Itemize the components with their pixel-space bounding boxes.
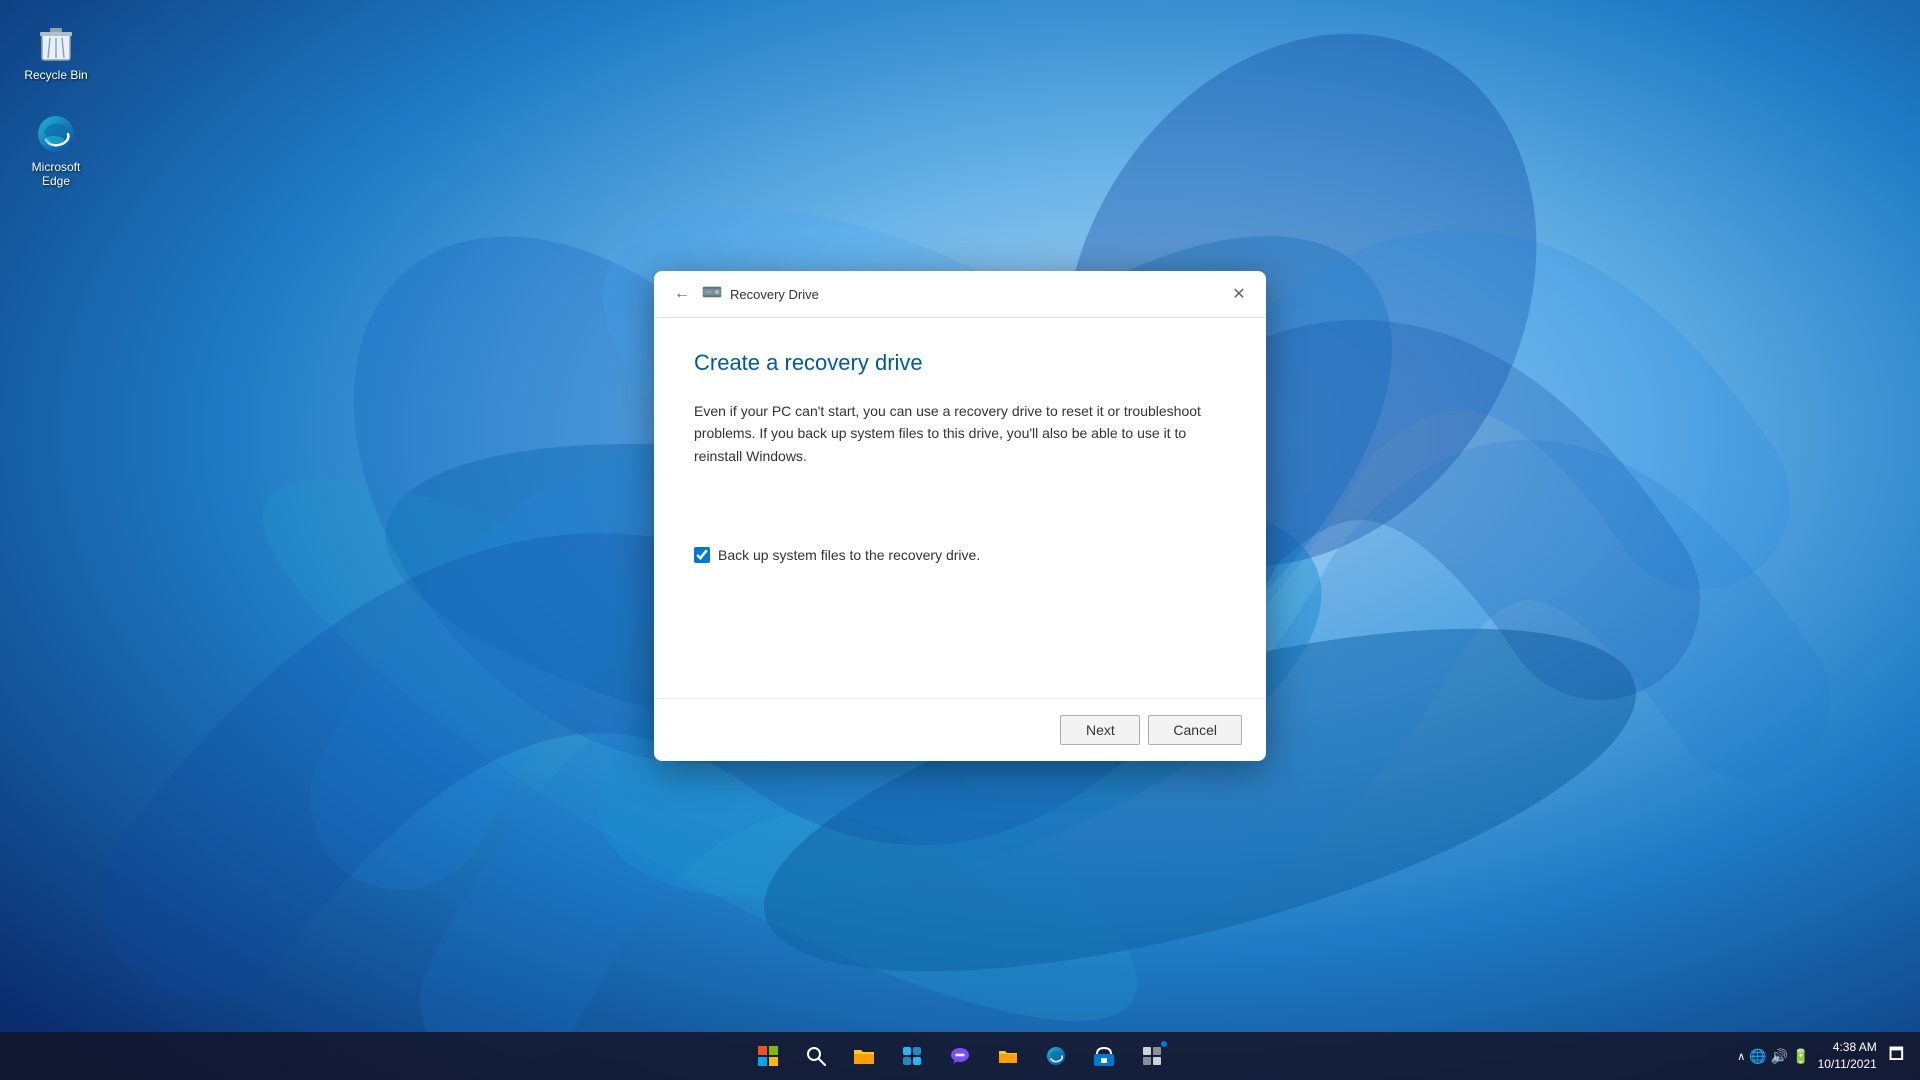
file-explorer-button[interactable] (844, 1036, 884, 1076)
tray-chevron[interactable]: ∧ (1737, 1050, 1745, 1063)
drive-icon (702, 284, 722, 305)
clock-time: 4:38 AM (1818, 1039, 1877, 1056)
next-button[interactable]: Next (1060, 715, 1140, 745)
taskbar-right: ∧ 🌐 🔊 🔋 4:38 AM 10/11/2021 🗖 (1737, 1039, 1904, 1073)
close-button[interactable]: ✕ (1224, 279, 1254, 309)
clock-date: 10/11/2021 (1818, 1056, 1877, 1073)
chat-button[interactable] (940, 1036, 980, 1076)
dialog-heading: Create a recovery drive (694, 350, 1226, 376)
notification-icon[interactable]: 🗖 (1889, 1043, 1904, 1070)
badge (1160, 1040, 1168, 1048)
dialog-body-text: Even if your PC can't start, you can use… (694, 400, 1226, 467)
cancel-button[interactable]: Cancel (1148, 715, 1242, 745)
backup-checkbox-row: Back up system files to the recovery dri… (694, 547, 1226, 563)
back-button[interactable]: ← (670, 283, 694, 305)
taskbar: ∧ 🌐 🔊 🔋 4:38 AM 10/11/2021 🗖 (0, 1032, 1920, 1080)
search-button[interactable] (796, 1036, 836, 1076)
backup-checkbox[interactable] (694, 547, 710, 563)
system-tray: ∧ 🌐 🔊 🔋 (1737, 1048, 1809, 1065)
dialog-overlay: ← Recovery Drive ✕ Create a recovery dri… (0, 0, 1920, 1032)
recovery-drive-dialog: ← Recovery Drive ✕ Create a recovery dri… (654, 271, 1266, 761)
widgets-button[interactable] (892, 1036, 932, 1076)
volume-icon[interactable]: 🔊 (1771, 1048, 1788, 1065)
dialog-content: Create a recovery drive Even if your PC … (654, 318, 1266, 698)
folder-button[interactable] (988, 1036, 1028, 1076)
dialog-titlebar: ← Recovery Drive ✕ (654, 271, 1266, 318)
dialog-title: Recovery Drive (730, 287, 1250, 302)
desktop: Recycle Bin Mic (0, 0, 1920, 1080)
taskbar-clock[interactable]: 4:38 AM 10/11/2021 (1818, 1039, 1877, 1073)
dialog-footer: Next Cancel (654, 698, 1266, 761)
battery-icon[interactable]: 🔋 (1792, 1048, 1809, 1065)
edge-taskbar-button[interactable] (1036, 1036, 1076, 1076)
network-icon[interactable]: 🌐 (1749, 1048, 1766, 1065)
backup-checkbox-label[interactable]: Back up system files to the recovery dri… (718, 547, 980, 563)
store-button[interactable] (1084, 1036, 1124, 1076)
start-button[interactable] (748, 1036, 788, 1076)
taskbar-center (748, 1036, 1172, 1076)
settings-button[interactable] (1132, 1036, 1172, 1076)
